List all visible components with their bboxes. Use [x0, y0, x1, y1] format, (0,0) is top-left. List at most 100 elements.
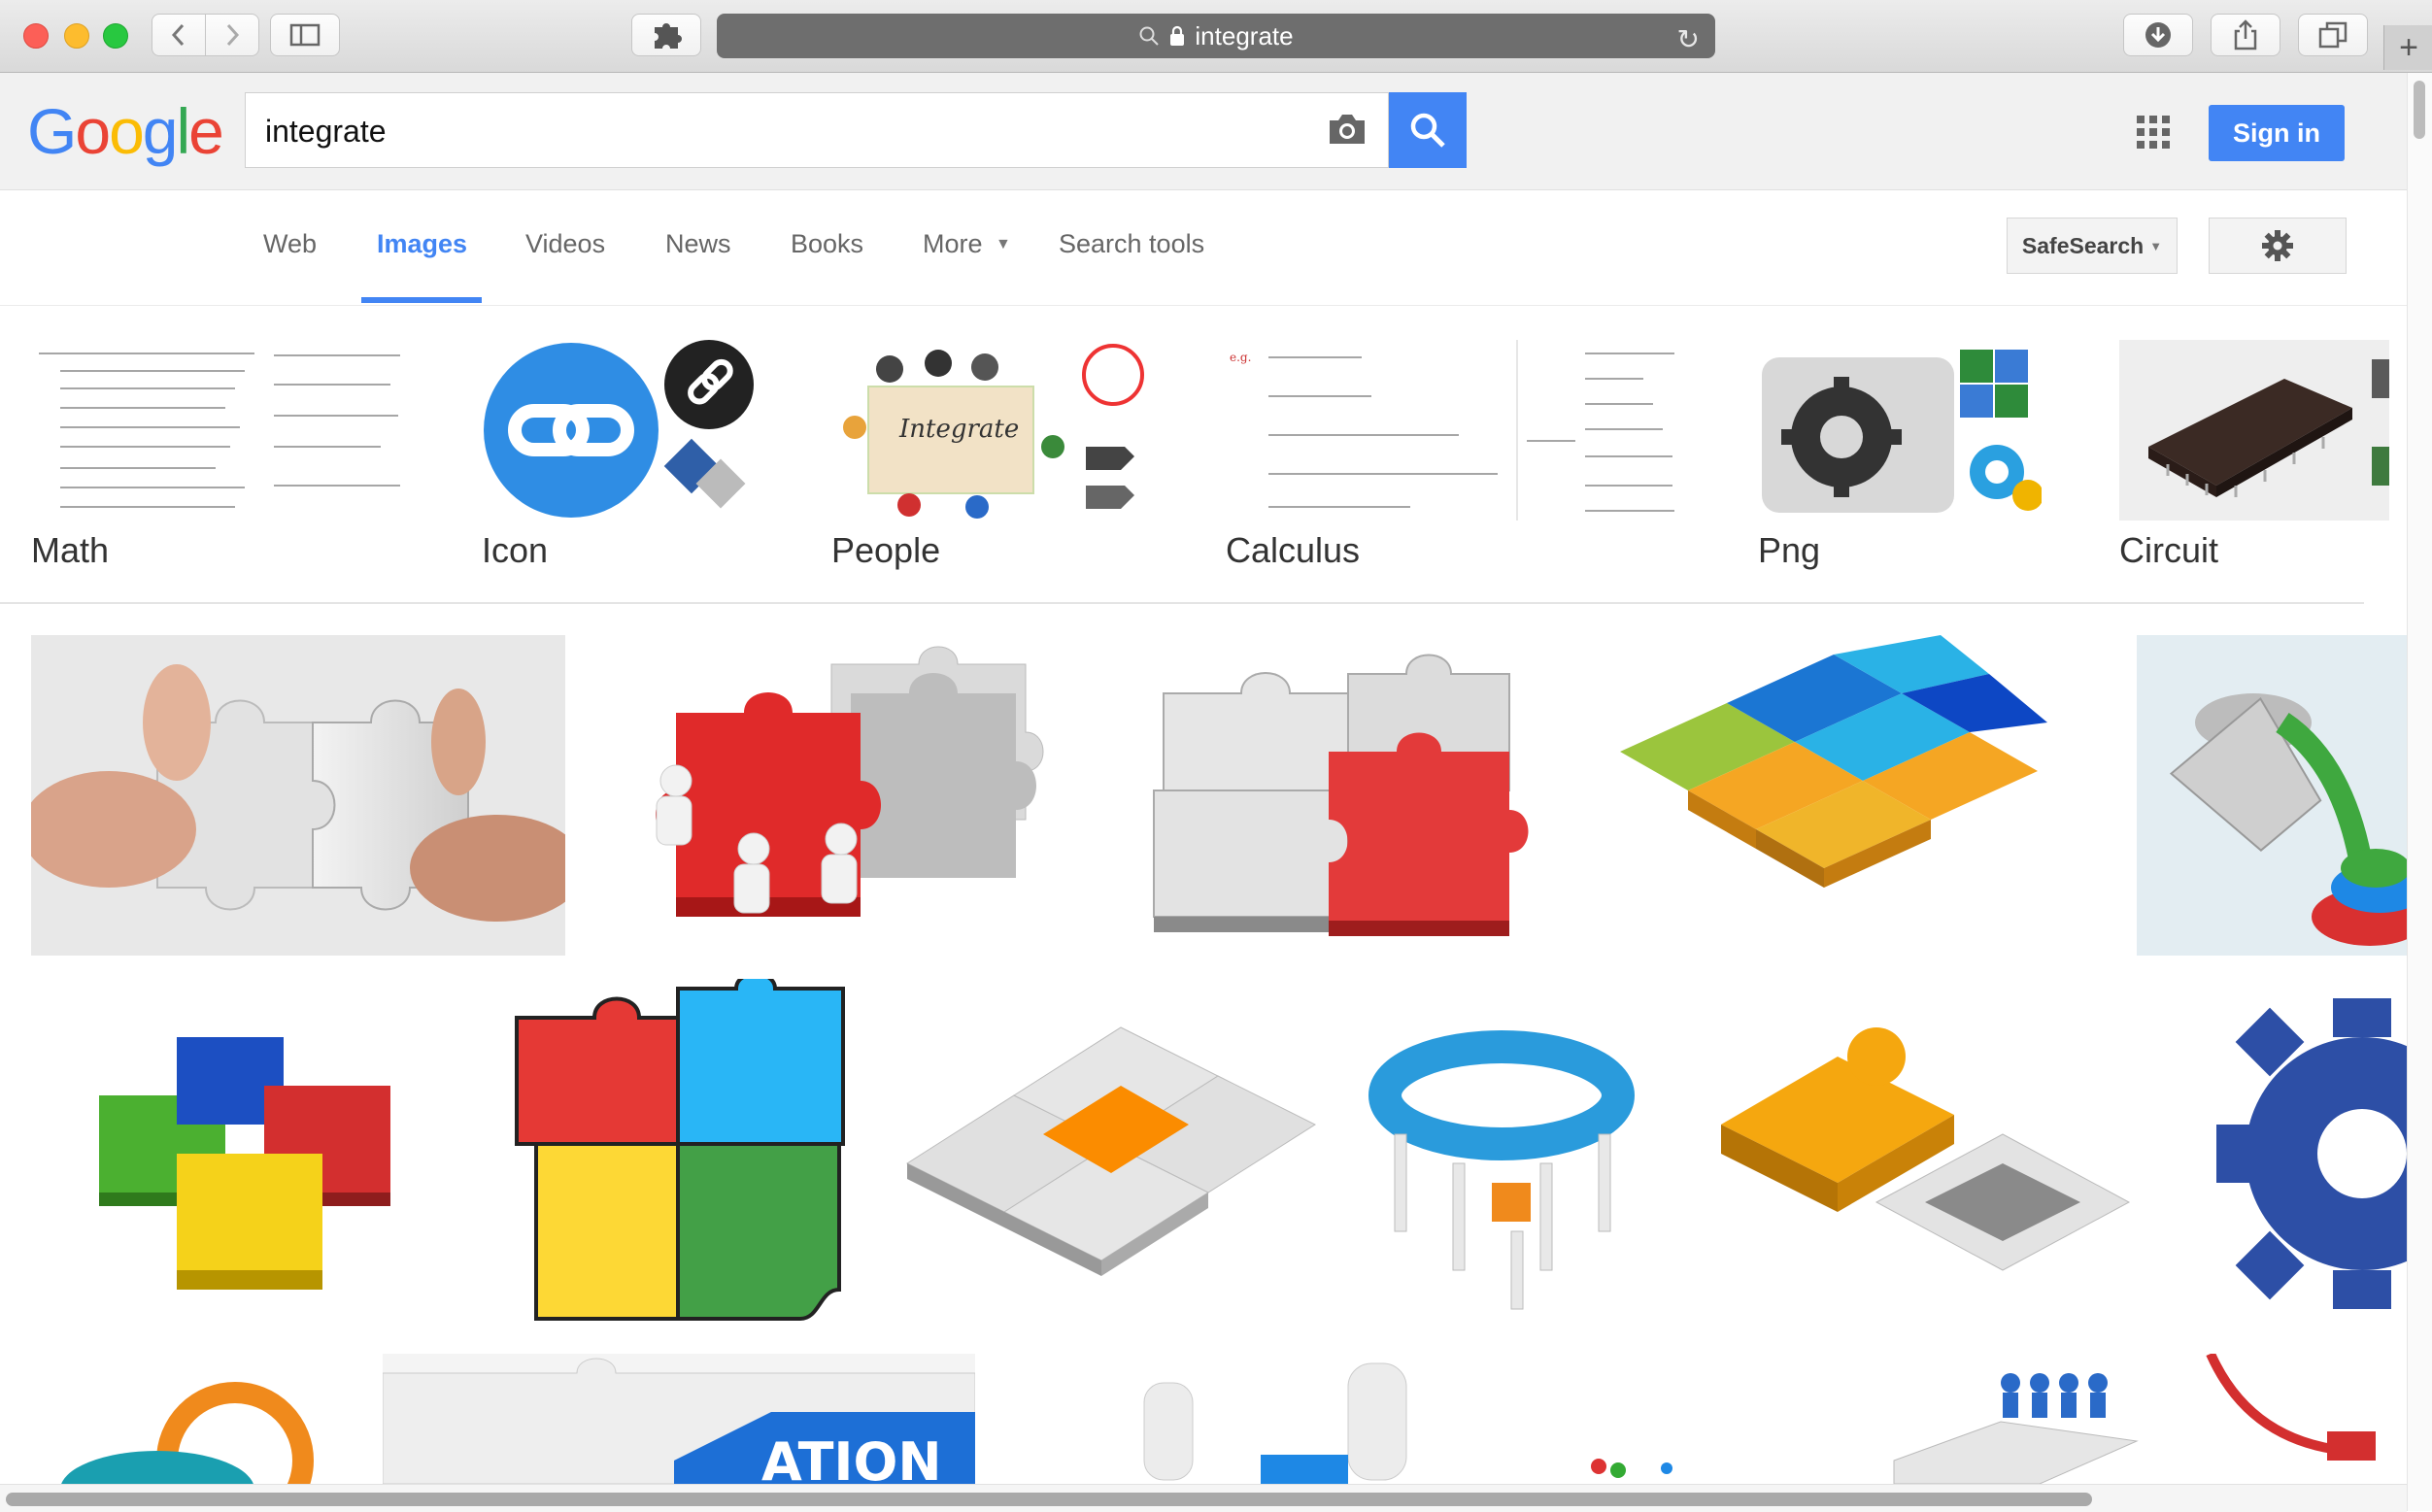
- image-result[interactable]: [2137, 635, 2407, 956]
- tab-more[interactable]: More ▼: [923, 229, 1011, 259]
- caret-down-icon: ▼: [2149, 238, 2163, 253]
- image-result[interactable]: [1570, 1447, 1725, 1484]
- image-result[interactable]: [1682, 979, 2174, 1330]
- address-text: integrate: [1195, 20, 1294, 50]
- image-result[interactable]: ATION: [383, 1354, 975, 1484]
- related-chip-png[interactable]: Png: [1758, 340, 2042, 571]
- downloads-button[interactable]: [2123, 14, 2193, 56]
- google-header: Google Sign in: [0, 73, 2407, 190]
- tab-web[interactable]: Web: [263, 229, 317, 259]
- new-tab-button[interactable]: +: [2383, 25, 2432, 70]
- related-chip-circuit[interactable]: Circuit: [2119, 340, 2389, 571]
- minimize-window-button[interactable]: [64, 23, 89, 49]
- tab-search-tools[interactable]: Search tools: [1059, 229, 1204, 259]
- image-result[interactable]: [589, 635, 1111, 956]
- related-chip-calculus[interactable]: e.g. Calculus: [1226, 340, 1680, 571]
- related-label: People: [831, 530, 941, 570]
- chevron-right-icon: [226, 23, 240, 47]
- search-icon: [1410, 113, 1445, 148]
- image-result[interactable]: [31, 635, 565, 956]
- puzzle-extension-icon: [655, 23, 682, 49]
- horizontal-scrollbar[interactable]: [0, 1484, 2407, 1512]
- image-result[interactable]: [31, 1354, 359, 1484]
- colorful-puzzle-image: [1581, 635, 2113, 956]
- circles-logo-image: [31, 1354, 359, 1484]
- image-result[interactable]: [2197, 979, 2407, 1330]
- image-result[interactable]: [1134, 635, 1558, 956]
- search-icon: [1139, 26, 1160, 46]
- image-result[interactable]: [31, 979, 484, 1330]
- related-thumbnail: [31, 340, 406, 521]
- sidebar-toggle-button[interactable]: [270, 14, 340, 56]
- image-result[interactable]: [1748, 1354, 2158, 1484]
- logo-letter: l: [176, 95, 191, 167]
- image-result[interactable]: [1581, 635, 2113, 956]
- back-button[interactable]: [152, 14, 206, 56]
- close-window-button[interactable]: [23, 23, 49, 49]
- image-result[interactable]: [2181, 1354, 2407, 1484]
- chevron-left-icon: [171, 23, 185, 47]
- integration-puzzle-image: ATION: [383, 1354, 975, 1484]
- gray-red-puzzle-image: [1134, 635, 1558, 956]
- vertical-scrollbar-thumb[interactable]: [2414, 81, 2425, 139]
- share-icon: [2234, 19, 2257, 50]
- related-chip-math[interactable]: Math: [31, 340, 406, 571]
- related-thumbnail: Integrate: [831, 340, 1150, 521]
- figures-puzzle-image: [998, 1354, 1548, 1484]
- related-chip-people[interactable]: Integrate People: [831, 340, 1150, 571]
- tab-videos[interactable]: Videos: [525, 229, 605, 259]
- search-button[interactable]: [1389, 92, 1467, 168]
- related-label: Icon: [482, 530, 549, 570]
- zoom-window-button[interactable]: [103, 23, 128, 49]
- related-thumbnail: [482, 340, 756, 521]
- share-button[interactable]: [2211, 14, 2280, 56]
- logo-letter: g: [142, 95, 179, 167]
- camera-icon[interactable]: [1326, 111, 1368, 148]
- image-result[interactable]: [507, 979, 855, 1330]
- tab-images[interactable]: Images: [377, 229, 467, 259]
- math-formula-image: [39, 353, 400, 508]
- paint-bucket-image: [2137, 635, 2407, 956]
- four-piece-puzzle-image: [507, 979, 855, 1330]
- people-image: Integrate: [843, 344, 1144, 519]
- google-logo[interactable]: Google: [27, 94, 224, 168]
- related-label: Calculus: [1226, 530, 1361, 570]
- related-chip-icon[interactable]: Icon: [482, 340, 756, 571]
- tabs-overview-button[interactable]: [2298, 14, 2368, 56]
- safesearch-dropdown[interactable]: SafeSearch ▼: [2007, 218, 2178, 274]
- small-puzzle-image: [1570, 1447, 1725, 1484]
- tab-news[interactable]: News: [665, 229, 731, 259]
- team-on-puzzle-image: [1748, 1354, 2158, 1484]
- four-color-puzzle-image: [31, 979, 484, 1330]
- calculus-formula-image: e.g.: [1230, 340, 1674, 521]
- horizontal-scrollbar-thumb[interactable]: [6, 1493, 2092, 1506]
- gear-icon: [2262, 230, 2293, 261]
- settings-button[interactable]: [2209, 218, 2347, 274]
- forward-button[interactable]: [205, 14, 259, 56]
- apps-grid-icon[interactable]: [2137, 116, 2170, 149]
- people-holding-puzzle-ring-image: [1366, 979, 1659, 1330]
- reload-icon[interactable]: ↻: [1677, 23, 1700, 55]
- tab-books[interactable]: Books: [791, 229, 863, 259]
- safesearch-label: SafeSearch: [2021, 232, 2145, 258]
- blue-gear-image: [2197, 979, 2407, 1330]
- hands-puzzle-image: [31, 635, 565, 956]
- image-result[interactable]: [878, 979, 1342, 1330]
- section-divider: [0, 602, 2364, 604]
- image-result[interactable]: [998, 1354, 1548, 1484]
- people-image-text: Integrate: [898, 415, 1019, 444]
- lock-icon: [1170, 25, 1185, 46]
- extension-button[interactable]: [631, 14, 701, 56]
- related-thumbnail: [1758, 340, 2042, 521]
- image-result[interactable]: [1366, 979, 1659, 1330]
- red-cable-image: [2181, 1354, 2407, 1484]
- address-bar[interactable]: integrate ↻: [717, 14, 1715, 58]
- vertical-scrollbar[interactable]: [2407, 73, 2432, 1511]
- integration-image-text: ATION: [761, 1431, 942, 1484]
- tabs-icon: [2318, 21, 2348, 49]
- png-puzzle-gear-image: [1762, 350, 2042, 513]
- sign-in-button[interactable]: Sign in: [2209, 105, 2345, 161]
- related-thumbnail: e.g.: [1226, 340, 1680, 521]
- search-input[interactable]: [263, 107, 1238, 155]
- download-icon: [2145, 22, 2171, 48]
